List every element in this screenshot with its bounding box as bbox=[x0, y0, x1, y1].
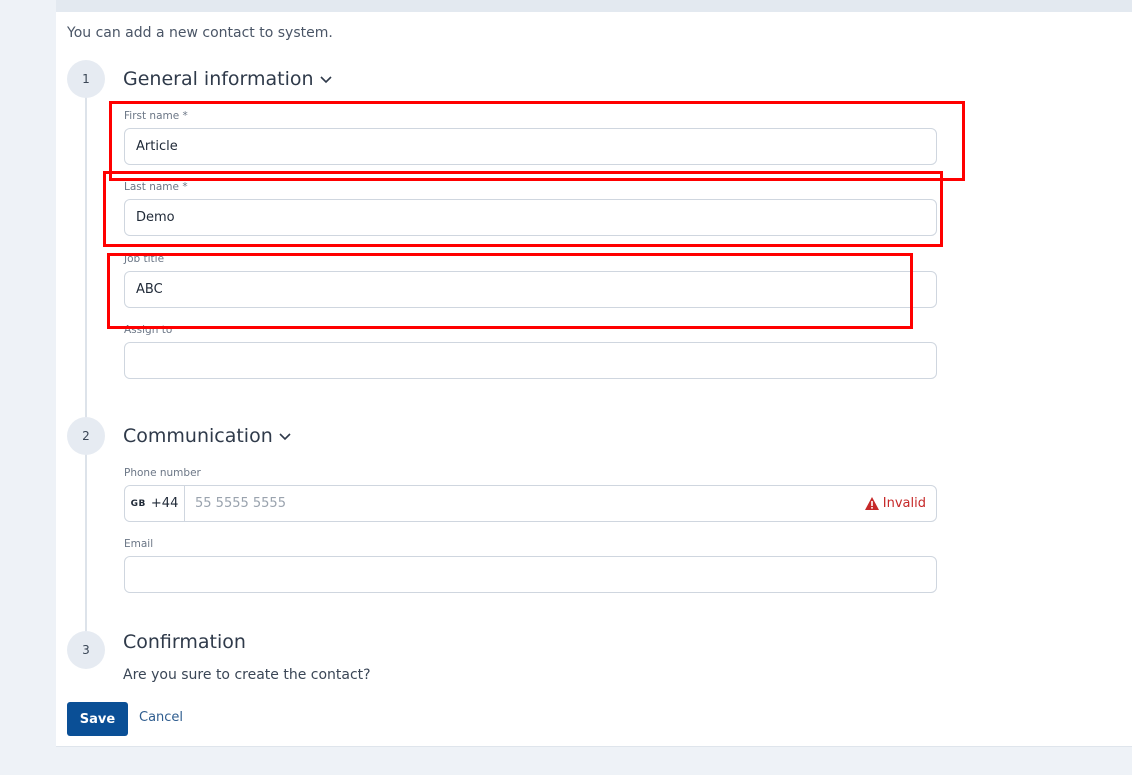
job-title-label: Job title bbox=[124, 253, 165, 265]
chevron-down-icon bbox=[320, 73, 332, 88]
assign-to-label: Assign to bbox=[124, 324, 173, 336]
first-name-input[interactable]: Article bbox=[124, 128, 937, 165]
last-name-label: Last name * bbox=[124, 181, 188, 193]
intro-text: You can add a new contact to system. bbox=[67, 25, 333, 41]
phone-invalid-status: Invalid bbox=[864, 496, 936, 511]
phone-number-field: GB +44 55 5555 5555 Invalid bbox=[124, 485, 937, 522]
top-strip bbox=[56, 0, 1132, 12]
step-1-indicator: 1 bbox=[67, 60, 105, 98]
step-3-indicator: 3 bbox=[67, 631, 105, 669]
email-label: Email bbox=[124, 538, 154, 550]
first-name-label: First name * bbox=[124, 110, 188, 122]
assign-to-input[interactable] bbox=[124, 342, 937, 379]
chevron-down-icon bbox=[279, 430, 291, 445]
dial-code: +44 bbox=[150, 496, 179, 511]
stepper-line bbox=[85, 80, 87, 650]
job-title-input[interactable]: ABC bbox=[124, 271, 937, 308]
step-2-title: Communication bbox=[123, 425, 273, 447]
phone-number-input[interactable]: 55 5555 5555 bbox=[185, 496, 864, 511]
step-2-header[interactable]: Communication bbox=[123, 425, 291, 447]
step-1-header[interactable]: General information bbox=[123, 68, 332, 90]
warning-icon bbox=[864, 496, 880, 511]
invalid-text: Invalid bbox=[882, 496, 926, 511]
last-name-input[interactable]: Demo bbox=[124, 199, 937, 236]
step-3-title: Confirmation bbox=[123, 631, 246, 653]
step-1-title: General information bbox=[123, 68, 314, 90]
confirmation-text: Are you sure to create the contact? bbox=[123, 667, 371, 683]
cancel-link[interactable]: Cancel bbox=[139, 710, 183, 725]
country-code-selector[interactable]: GB +44 bbox=[125, 486, 185, 521]
step-2-indicator: 2 bbox=[67, 417, 105, 455]
contact-form-card: You can add a new contact to system. 1 G… bbox=[56, 12, 1132, 747]
gb-flag-icon: GB bbox=[130, 498, 146, 509]
email-input[interactable] bbox=[124, 556, 937, 593]
phone-number-label: Phone number bbox=[124, 467, 201, 479]
step-3-header: Confirmation bbox=[123, 631, 246, 653]
save-button[interactable]: Save bbox=[67, 702, 128, 736]
